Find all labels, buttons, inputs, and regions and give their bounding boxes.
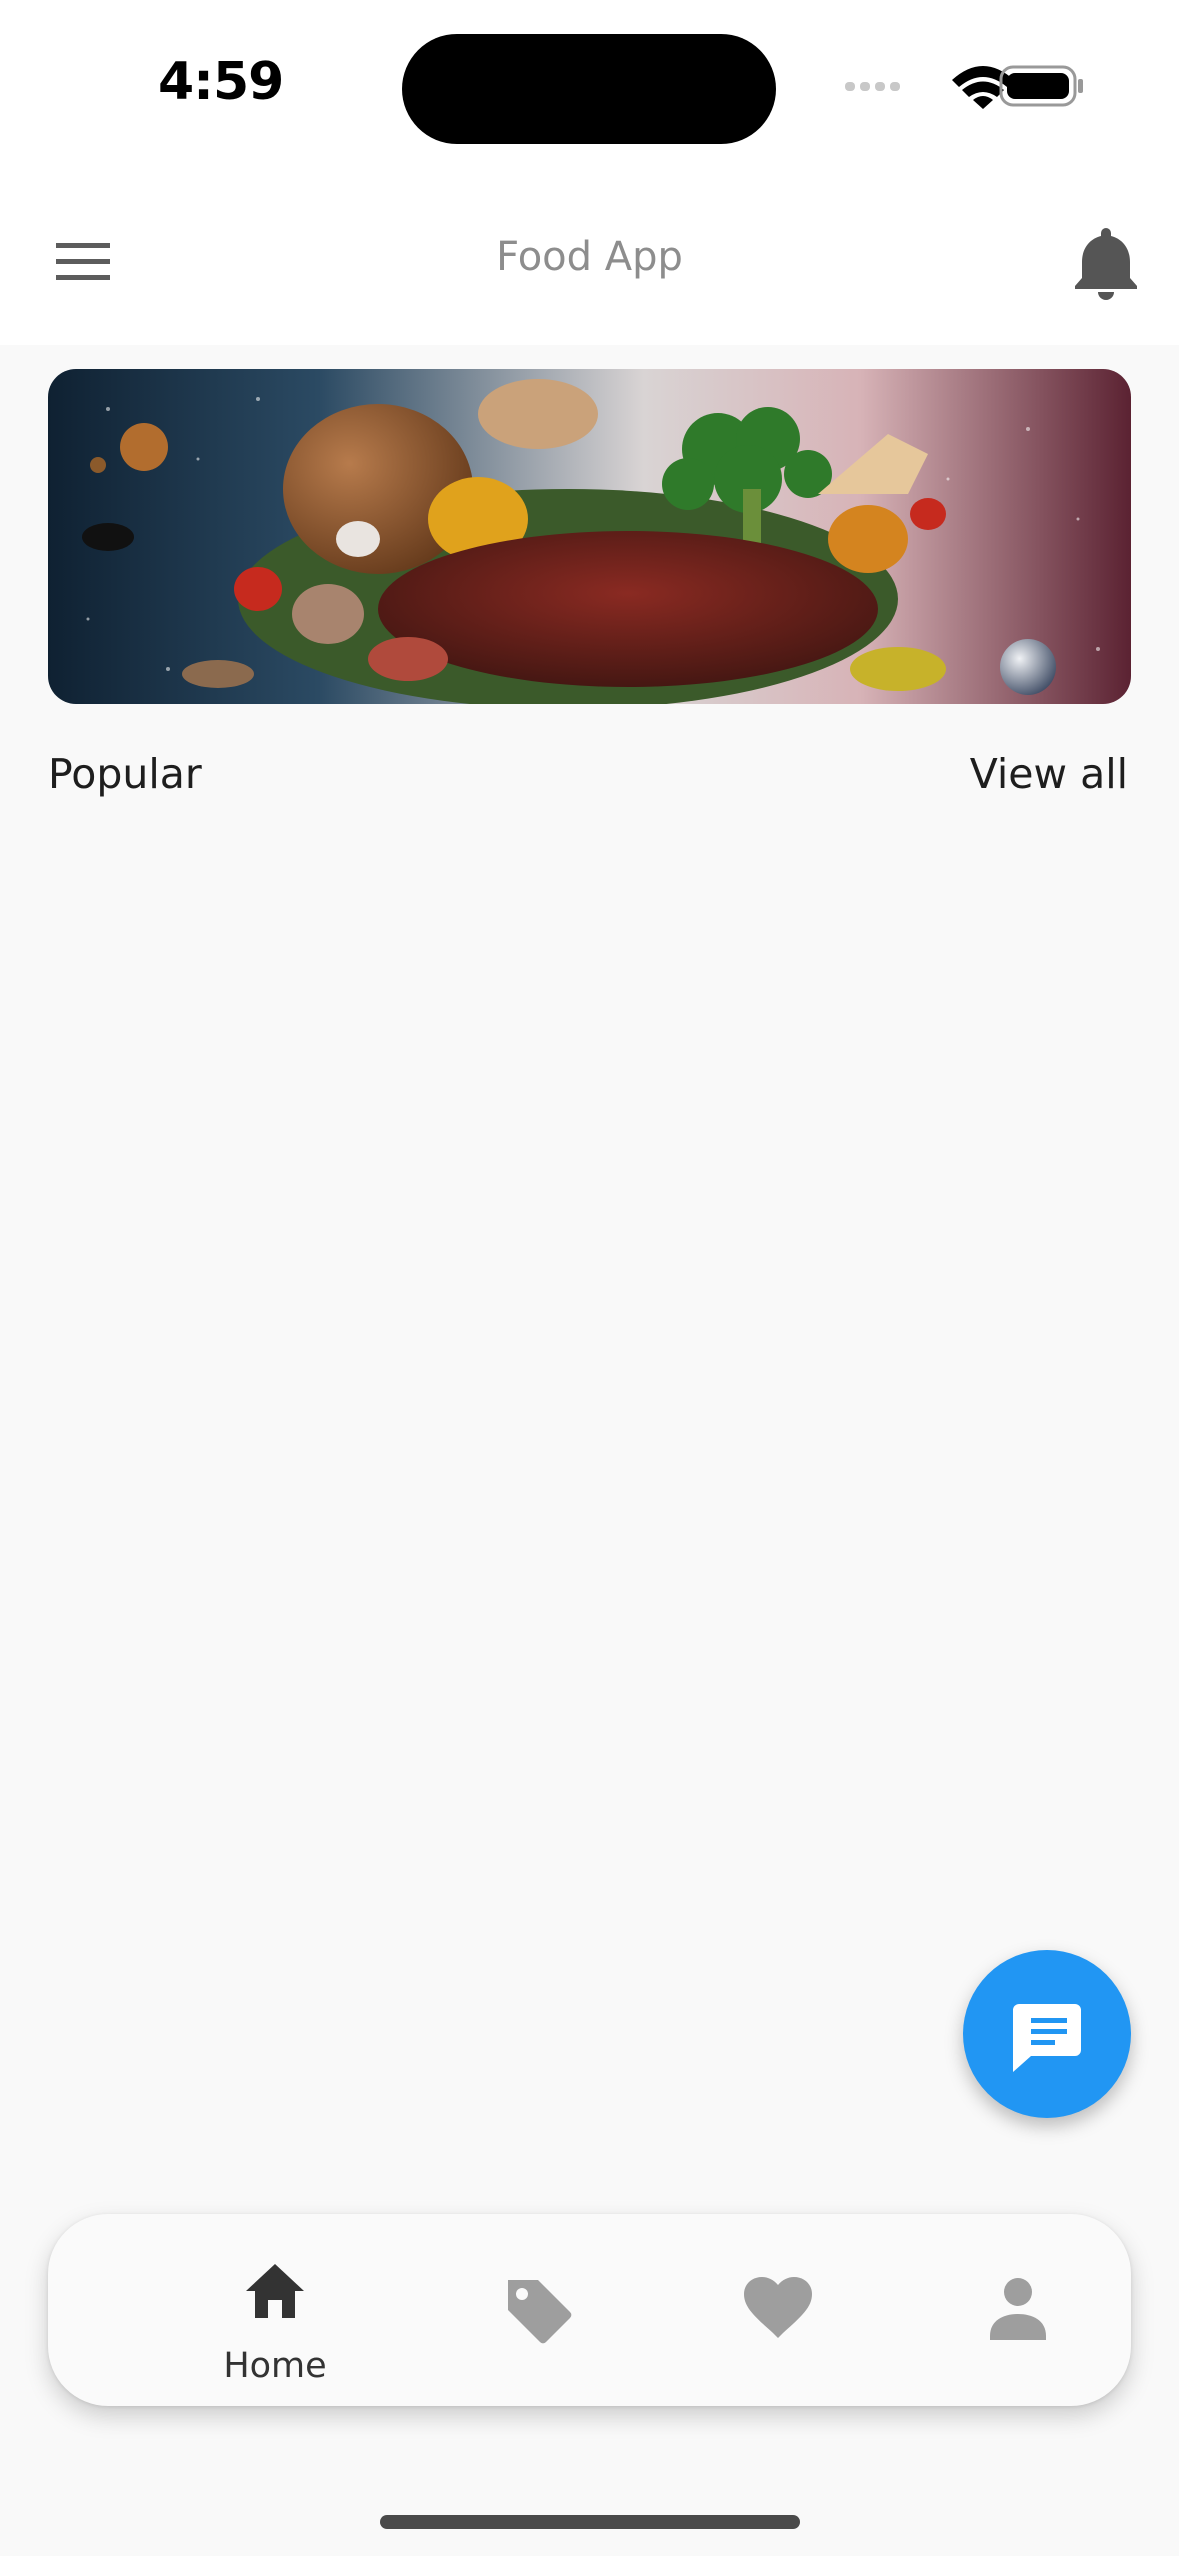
view-all-link[interactable]: View all	[970, 750, 1128, 798]
status-time: 4:59	[158, 52, 284, 112]
home-icon	[246, 2264, 304, 2318]
food-banner-image	[48, 369, 1131, 704]
bell-icon	[1075, 228, 1137, 300]
chat-icon	[1013, 2004, 1081, 2072]
popular-heading: Popular	[48, 750, 202, 798]
nav-item-offers[interactable]	[468, 2214, 608, 2406]
dynamic-island	[402, 34, 776, 144]
promo-banner[interactable]	[48, 369, 1131, 704]
notifications-button[interactable]	[1070, 222, 1142, 302]
app-title: Food App	[496, 234, 683, 280]
heart-icon	[744, 2277, 812, 2338]
signal-icon	[845, 82, 900, 91]
bottom-navigation: Home	[48, 2214, 1131, 2406]
status-icons	[845, 62, 1085, 112]
nav-item-favorites[interactable]	[708, 2214, 848, 2406]
user-icon	[990, 2278, 1046, 2340]
top-area: 4:59 Food App	[0, 0, 1179, 345]
nav-item-home[interactable]: Home	[158, 2214, 392, 2406]
tag-icon	[508, 2280, 572, 2344]
home-indicator	[380, 2515, 800, 2529]
nav-item-profile[interactable]	[948, 2214, 1088, 2406]
chat-fab[interactable]	[963, 1950, 1131, 2118]
screen: 4:59 Food App Popular View all Home	[0, 0, 1179, 2556]
battery-icon	[999, 65, 1083, 107]
nav-label-home: Home	[223, 2346, 327, 2386]
